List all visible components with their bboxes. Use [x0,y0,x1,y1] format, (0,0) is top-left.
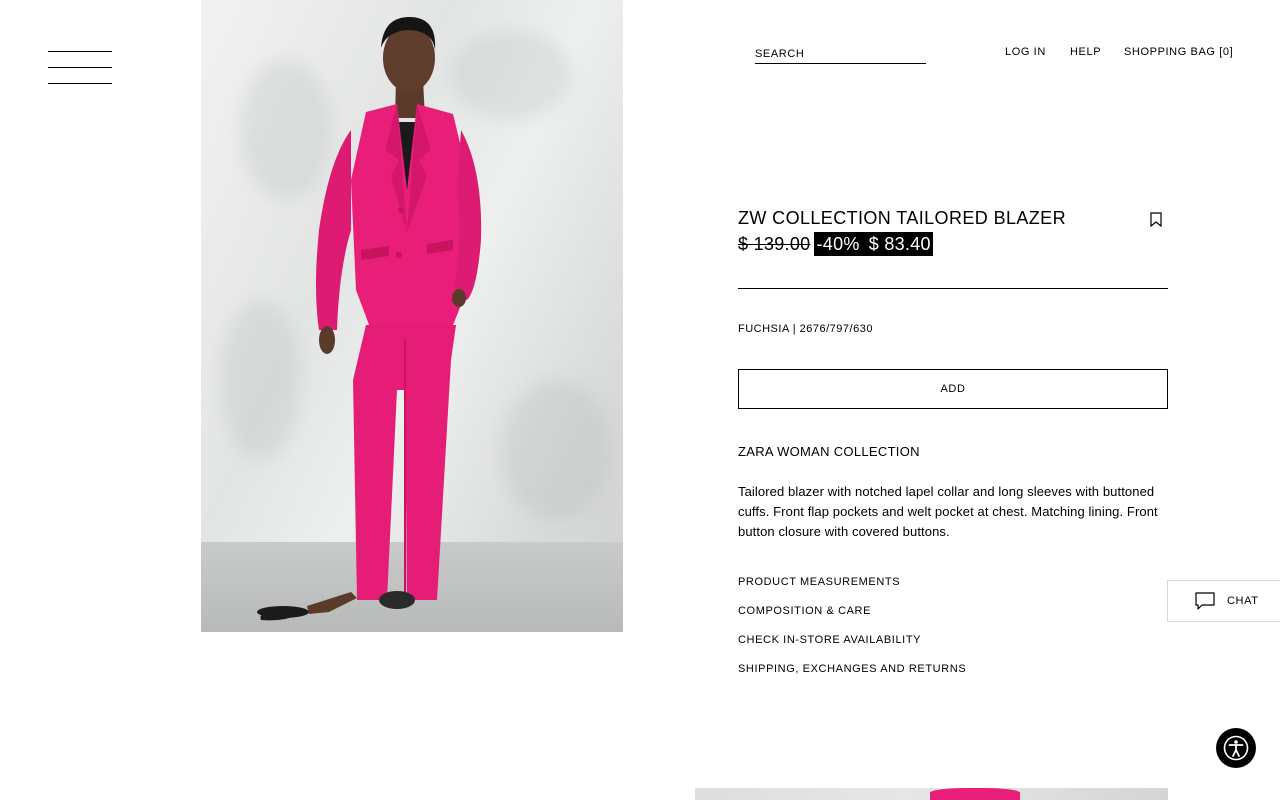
search-field[interactable] [755,44,926,64]
chat-button[interactable]: CHAT [1167,580,1280,622]
sale-badge: -40% $ 83.40 [814,232,933,256]
discount-percent: -40% [816,234,860,254]
chat-bubble-icon [1195,592,1215,610]
shipping-returns-link[interactable]: SHIPPING, EXCHANGES AND RETURNS [738,663,966,675]
menu-line [48,51,112,52]
help-link[interactable]: HELP [1070,46,1101,58]
original-price: $ 139.00 [738,233,811,254]
price-block: $ 139.00 -40% $ 83.40 [738,232,933,256]
hamburger-menu-icon[interactable] [48,51,112,85]
product-measurements-link[interactable]: PRODUCT MEASUREMENTS [738,576,900,588]
composition-care-link[interactable]: COMPOSITION & CARE [738,605,871,617]
garment-detail [930,788,1020,800]
store-availability-link[interactable]: CHECK IN-STORE AVAILABILITY [738,634,921,646]
menu-line [48,67,112,68]
shopping-bag-link[interactable]: SHOPPING BAG [0] [1124,46,1233,58]
collection-name: ZARA WOMAN COLLECTION [738,444,920,459]
accessibility-icon[interactable] [1216,728,1256,768]
menu-line [48,83,112,84]
bookmark-icon[interactable] [1150,212,1162,228]
product-image-secondary[interactable] [695,788,1168,800]
chat-label: CHAT [1227,595,1259,607]
login-link[interactable]: LOG IN [1005,46,1046,58]
product-description: Tailored blazer with notched lapel colla… [738,484,1158,539]
divider [738,288,1168,289]
product-image[interactable] [201,0,623,632]
add-to-bag-button[interactable]: ADD [738,369,1168,409]
search-input[interactable] [755,47,926,60]
product-title: ZW COLLECTION TAILORED BLAZER [738,208,1066,228]
model-figure [257,16,482,621]
color-reference: FUCHSIA | 2676/797/630 [738,323,873,335]
sale-price: $ 83.40 [868,234,931,254]
